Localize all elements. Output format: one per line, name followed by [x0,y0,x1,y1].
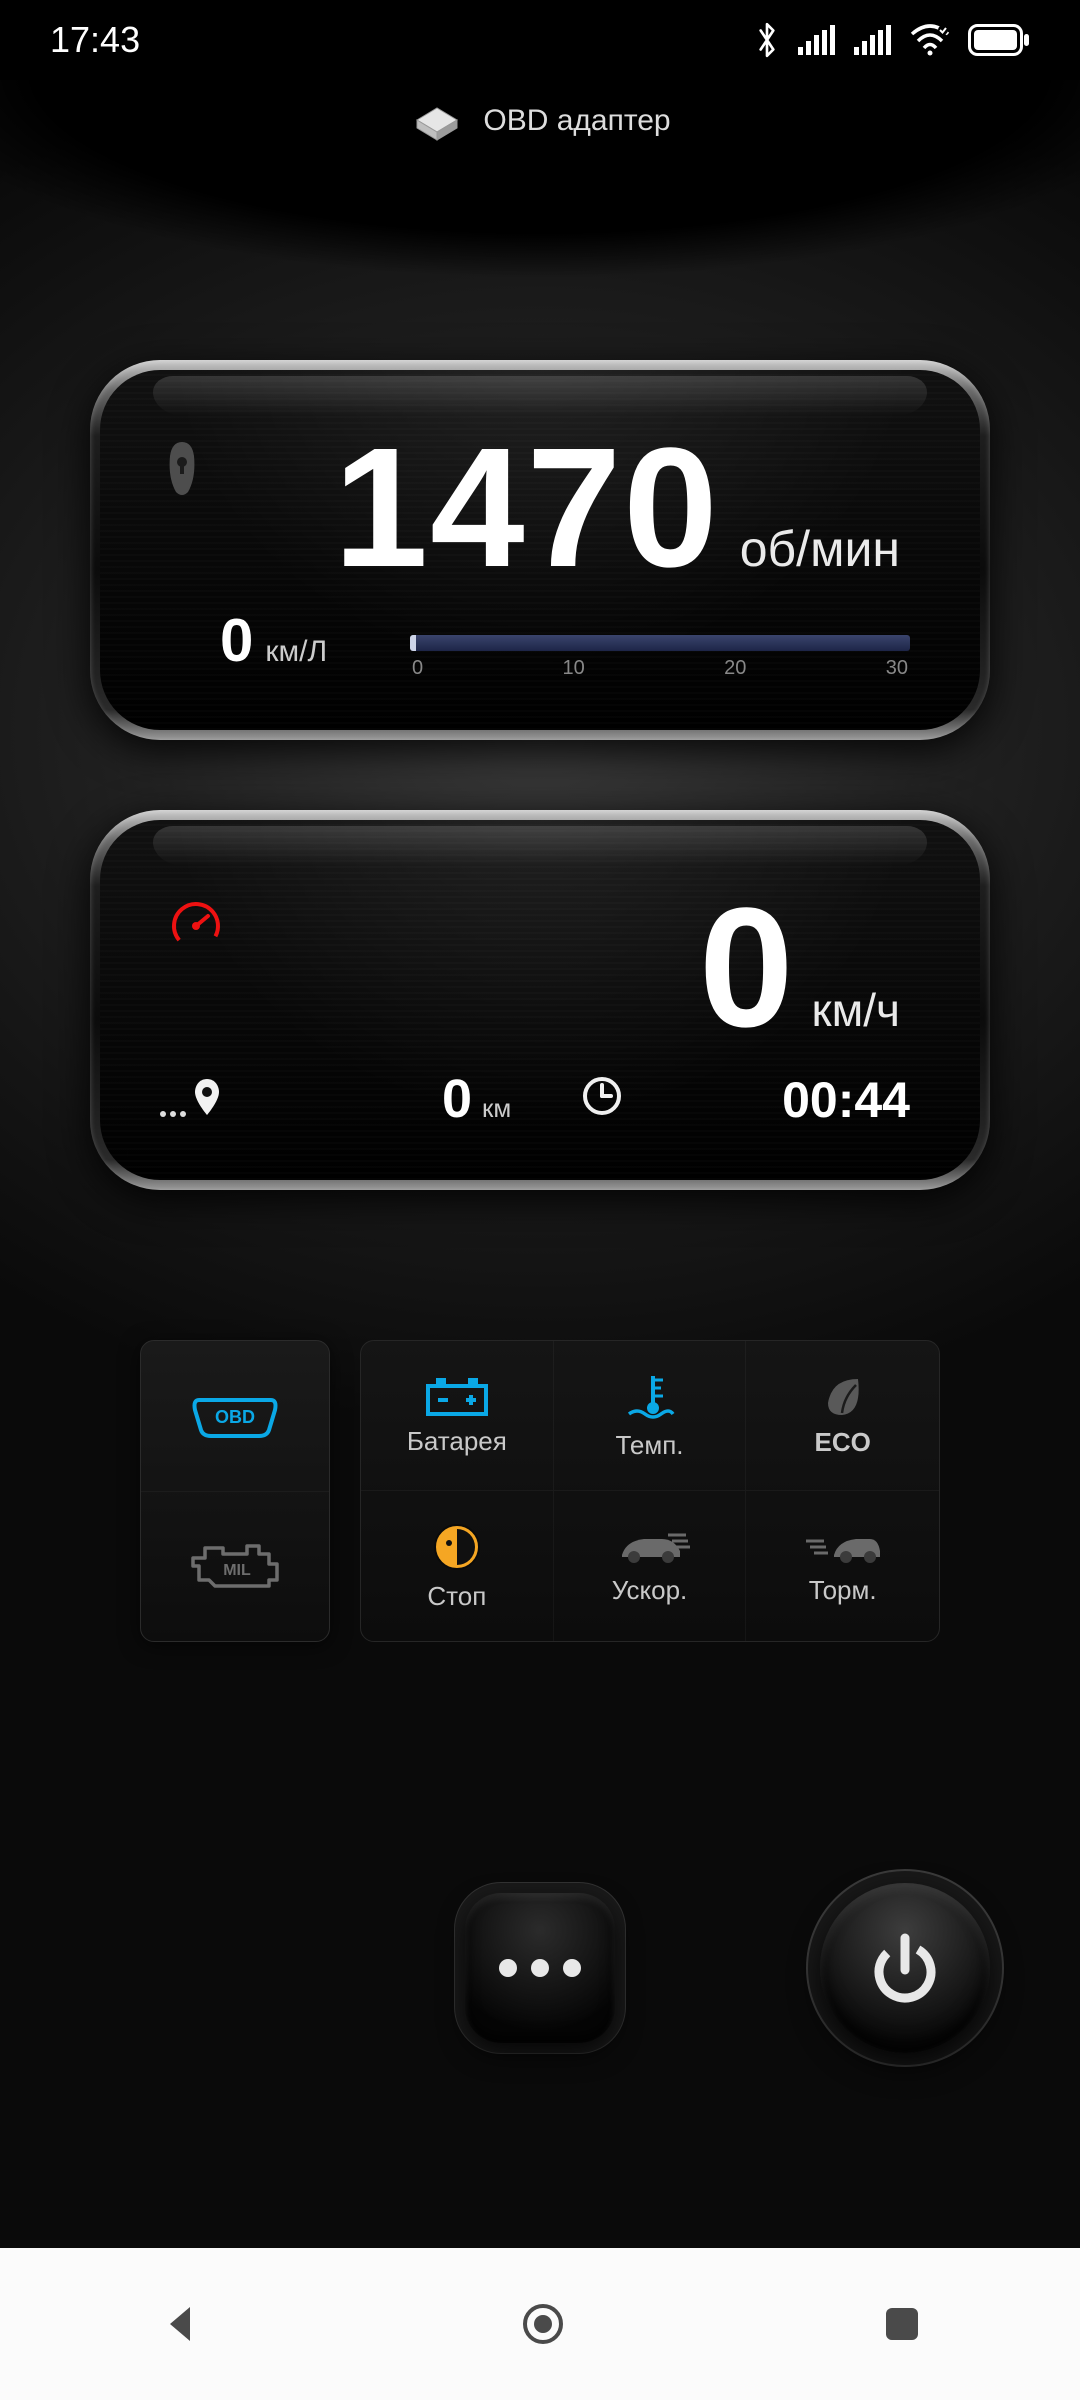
accel-indicator[interactable]: Ускор. [554,1491,747,1641]
signal2-icon [854,25,892,55]
eco-indicator-icon [818,1373,868,1419]
temp-label: Темп. [615,1430,683,1461]
dot-icon [531,1959,549,1977]
power-button[interactable] [820,1883,990,2053]
trip-time: 00:44 [782,1071,910,1129]
gps-icon [160,1077,222,1117]
nav-home-icon[interactable] [519,2300,567,2348]
fuel-scale: 0 10 20 30 [410,635,910,680]
battery-indicator[interactable]: Батарея [361,1341,554,1491]
temp-indicator-icon [623,1370,675,1422]
wifi-icon [910,24,950,56]
scale-tick: 20 [724,657,746,680]
scale-tick: 30 [886,657,908,680]
power-icon [865,1928,945,2008]
eco-label: ECO [814,1427,870,1458]
stop-indicator-icon [431,1521,483,1573]
svg-text:OBD: OBD [215,1407,255,1427]
brake-indicator-icon [804,1527,882,1567]
mil-indicator[interactable]: MIL [141,1491,329,1642]
dot-icon [499,1959,517,1977]
stop-indicator[interactable]: Стоп [361,1491,554,1641]
battery-icon [968,24,1030,56]
fuel-efficiency-unit: км/Л [265,635,327,669]
fuel-efficiency-value: 0 [220,606,253,675]
rpm-unit: об/мин [740,520,900,578]
svg-text:MIL: MIL [223,1562,251,1579]
scale-tick: 0 [412,657,423,680]
distance-unit: км [482,1093,511,1124]
indicator-panel: OBD MIL Батарея Темп. ECO Стоп [140,1340,940,1642]
speed-unit: км/ч [812,983,901,1037]
status-bar: 17:43 [0,0,1080,80]
tachometer-icon [170,900,222,957]
more-button[interactable] [465,1893,615,2043]
signal-icon [798,25,836,55]
battery-label: Батарея [407,1426,507,1457]
dot-icon [563,1959,581,1977]
lock-icon [160,440,204,501]
clock-icon [581,1075,623,1117]
distance-value: 0 [442,1068,472,1130]
nav-recent-icon[interactable] [882,2304,922,2344]
bluetooth-icon [754,21,780,59]
app-header: OBD адаптер [0,80,1080,190]
obd-indicator[interactable]: OBD [141,1341,329,1491]
accel-label: Ускор. [612,1575,688,1606]
eco-indicator[interactable]: ECO [746,1341,939,1491]
header-title: OBD адаптер [483,104,670,138]
status-time: 17:43 [50,19,140,61]
nav-back-icon[interactable] [158,2301,204,2347]
accel-indicator-icon [608,1527,690,1567]
header-title-group[interactable]: OBD адаптер [409,100,670,142]
rpm-gauge[interactable]: 1470 об/мин 0 км/Л 0 10 20 30 [90,360,990,740]
stop-label: Стоп [427,1581,486,1612]
speed-value: 0 [699,870,794,1066]
brake-indicator[interactable]: Торм. [746,1491,939,1641]
battery-indicator-icon [424,1374,490,1418]
speed-gauge[interactable]: 0 км/ч 0 км [90,810,990,1190]
android-nav-bar [0,2248,1080,2400]
scale-tick: 10 [563,657,585,680]
app-body: OBD адаптер 1470 об/мин 0 км/Л [0,80,1080,2248]
temp-indicator[interactable]: Темп. [554,1341,747,1491]
obd-adapter-icon [409,100,465,142]
status-icons [754,21,1030,59]
brake-label: Торм. [809,1575,877,1606]
rpm-value: 1470 [334,410,720,606]
